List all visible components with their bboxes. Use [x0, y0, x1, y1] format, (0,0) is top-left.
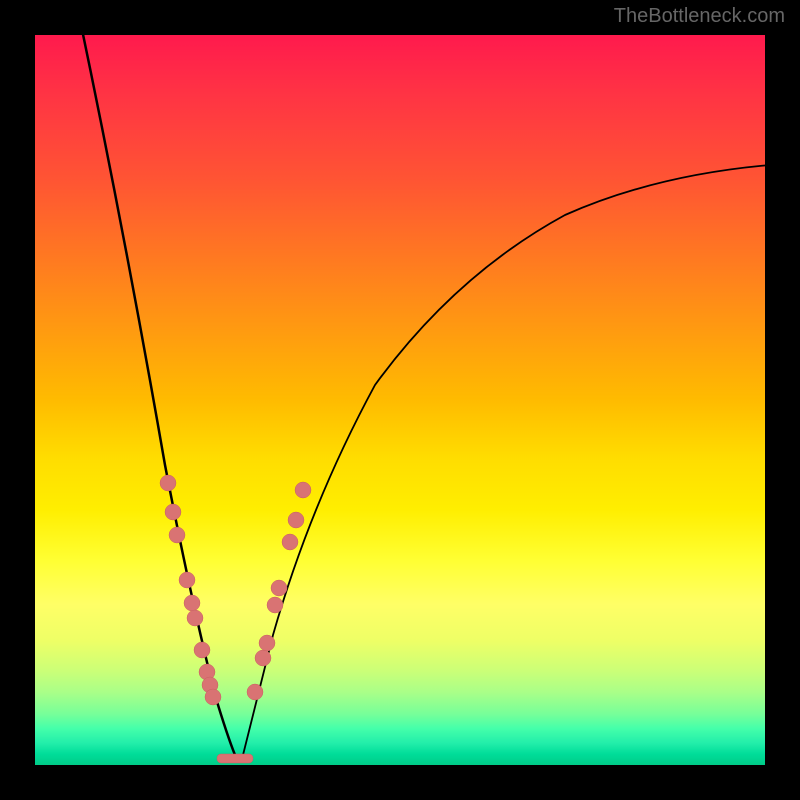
- data-point-right: [255, 650, 271, 666]
- data-point-right: [295, 482, 311, 498]
- data-point-right: [282, 534, 298, 550]
- data-point-left: [184, 595, 200, 611]
- data-point-left: [187, 610, 203, 626]
- data-point-left: [205, 689, 221, 705]
- data-point-right: [267, 597, 283, 613]
- data-point-left: [160, 475, 176, 491]
- data-point-right: [247, 684, 263, 700]
- data-point-left: [165, 504, 181, 520]
- data-point-right: [271, 580, 287, 596]
- data-point-right: [288, 512, 304, 528]
- curve-minimum-segment: [217, 754, 253, 763]
- data-point-left: [194, 642, 210, 658]
- watermark-text: TheBottleneck.com: [614, 5, 785, 28]
- data-point-left: [169, 527, 185, 543]
- data-point-left: [179, 572, 195, 588]
- bottleneck-curve-chart: [35, 35, 765, 765]
- data-point-right: [259, 635, 275, 651]
- curve-left-arm: [79, 15, 235, 755]
- curve-right-arm: [243, 165, 770, 755]
